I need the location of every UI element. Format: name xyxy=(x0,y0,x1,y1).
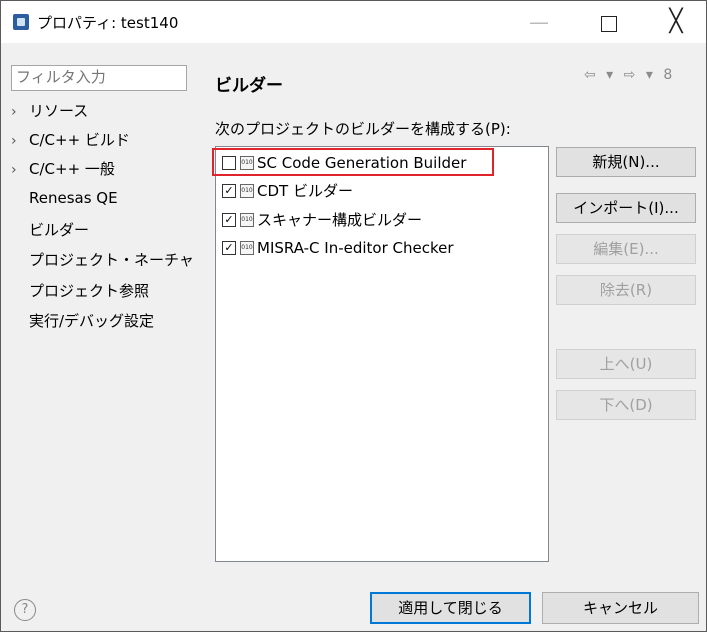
title-bar: プロパティ: test140 — ╳ xyxy=(1,1,706,43)
help-icon[interactable]: ? xyxy=(14,599,36,621)
new-button[interactable]: 新規(N)... xyxy=(556,147,696,177)
tree-item-label: C/C++ 一般 xyxy=(29,160,115,178)
property-tree: › リソース › C/C++ ビルド › C/C++ 一般 Renesas QE ビル… xyxy=(11,98,199,572)
chevron-right-icon[interactable]: › xyxy=(11,104,29,120)
tree-item-label: ビルダー xyxy=(29,221,90,239)
builder-checkbox[interactable]: ✓ xyxy=(222,240,236,255)
close-button[interactable]: ╳ xyxy=(653,1,699,43)
window-title: プロパティ: test140 xyxy=(37,14,179,32)
builder-label: MISRA-C In-editor Checker xyxy=(257,239,454,257)
builders-list: 010 SC Code Generation Builder ✓ 010 CDT ビル… xyxy=(215,146,549,562)
apply-and-close-button[interactable]: 適用して閉じる xyxy=(370,592,531,624)
builder-checkbox[interactable]: ✓ xyxy=(222,183,236,198)
highlight-annotation xyxy=(212,148,494,176)
builder-label: CDT ビルダー xyxy=(257,182,353,200)
builder-checkbox[interactable]: ✓ xyxy=(222,212,236,227)
filter-input[interactable] xyxy=(11,65,187,91)
tree-item-label: プロジェクト・ネーチャ xyxy=(29,251,194,269)
chevron-right-icon[interactable]: › xyxy=(11,133,29,149)
tree-item-label: プロジェクト参照 xyxy=(29,282,150,300)
builder-icon: 010 xyxy=(240,212,254,227)
cancel-button[interactable]: キャンセル xyxy=(542,592,699,624)
tree-item-label: C/C++ ビルド xyxy=(29,131,130,149)
page-title: ビルダー xyxy=(215,76,283,96)
tree-item-renesas-qe[interactable]: Renesas QE xyxy=(29,189,118,207)
chevron-right-icon[interactable]: › xyxy=(11,162,29,178)
builder-row-misra-c[interactable]: ✓ 010 MISRA-C In-editor Checker xyxy=(222,236,454,260)
tree-item-builders[interactable]: ビルダー xyxy=(29,219,89,240)
builder-icon: 010 xyxy=(240,183,254,198)
tree-item-cpp-build[interactable]: › C/C++ ビルド xyxy=(11,129,130,150)
move-down-button[interactable]: 下へ(D) xyxy=(556,390,696,420)
move-up-button[interactable]: 上へ(U) xyxy=(556,349,696,379)
builder-row-cdt[interactable]: ✓ 010 CDT ビルダー xyxy=(222,179,353,203)
history-nav-controls[interactable]: ⇦ ▾ ⇨ ▾ 8 xyxy=(584,67,675,83)
minimize-button[interactable]: — xyxy=(516,1,562,43)
properties-dialog: プロパティ: test140 — ╳ ›リソース ›C/C++ ビルド ›C/C… xyxy=(0,0,707,632)
edit-button[interactable]: 編集(E)... xyxy=(556,234,696,264)
app-icon xyxy=(13,14,29,30)
builder-icon: 010 xyxy=(240,240,254,255)
builder-label: スキャナー構成ビルダー xyxy=(257,211,423,229)
tree-item-run-debug-settings[interactable]: 実行/デバッグ設定 xyxy=(29,310,154,331)
tree-item-cpp-general[interactable]: › C/C++ 一般 xyxy=(11,158,115,179)
tree-item-resource[interactable]: › リソース xyxy=(11,100,88,121)
tree-item-project-natures[interactable]: プロジェクト・ネーチャ xyxy=(29,249,194,270)
maximize-button[interactable] xyxy=(586,1,632,43)
tree-item-project-references[interactable]: プロジェクト参照 xyxy=(29,280,149,301)
builders-description: 次のプロジェクトのビルダーを構成する(P): xyxy=(215,120,511,138)
maximize-icon xyxy=(601,15,617,32)
tree-item-label: Renesas QE xyxy=(29,189,118,207)
import-button[interactable]: インポート(I)... xyxy=(556,193,696,223)
tree-item-label: リソース xyxy=(29,102,89,120)
builder-row-scanner-config[interactable]: ✓ 010 スキャナー構成ビルダー xyxy=(222,208,422,232)
remove-button[interactable]: 除去(R) xyxy=(556,275,696,305)
tree-item-label: 実行/デバッグ設定 xyxy=(29,312,155,330)
